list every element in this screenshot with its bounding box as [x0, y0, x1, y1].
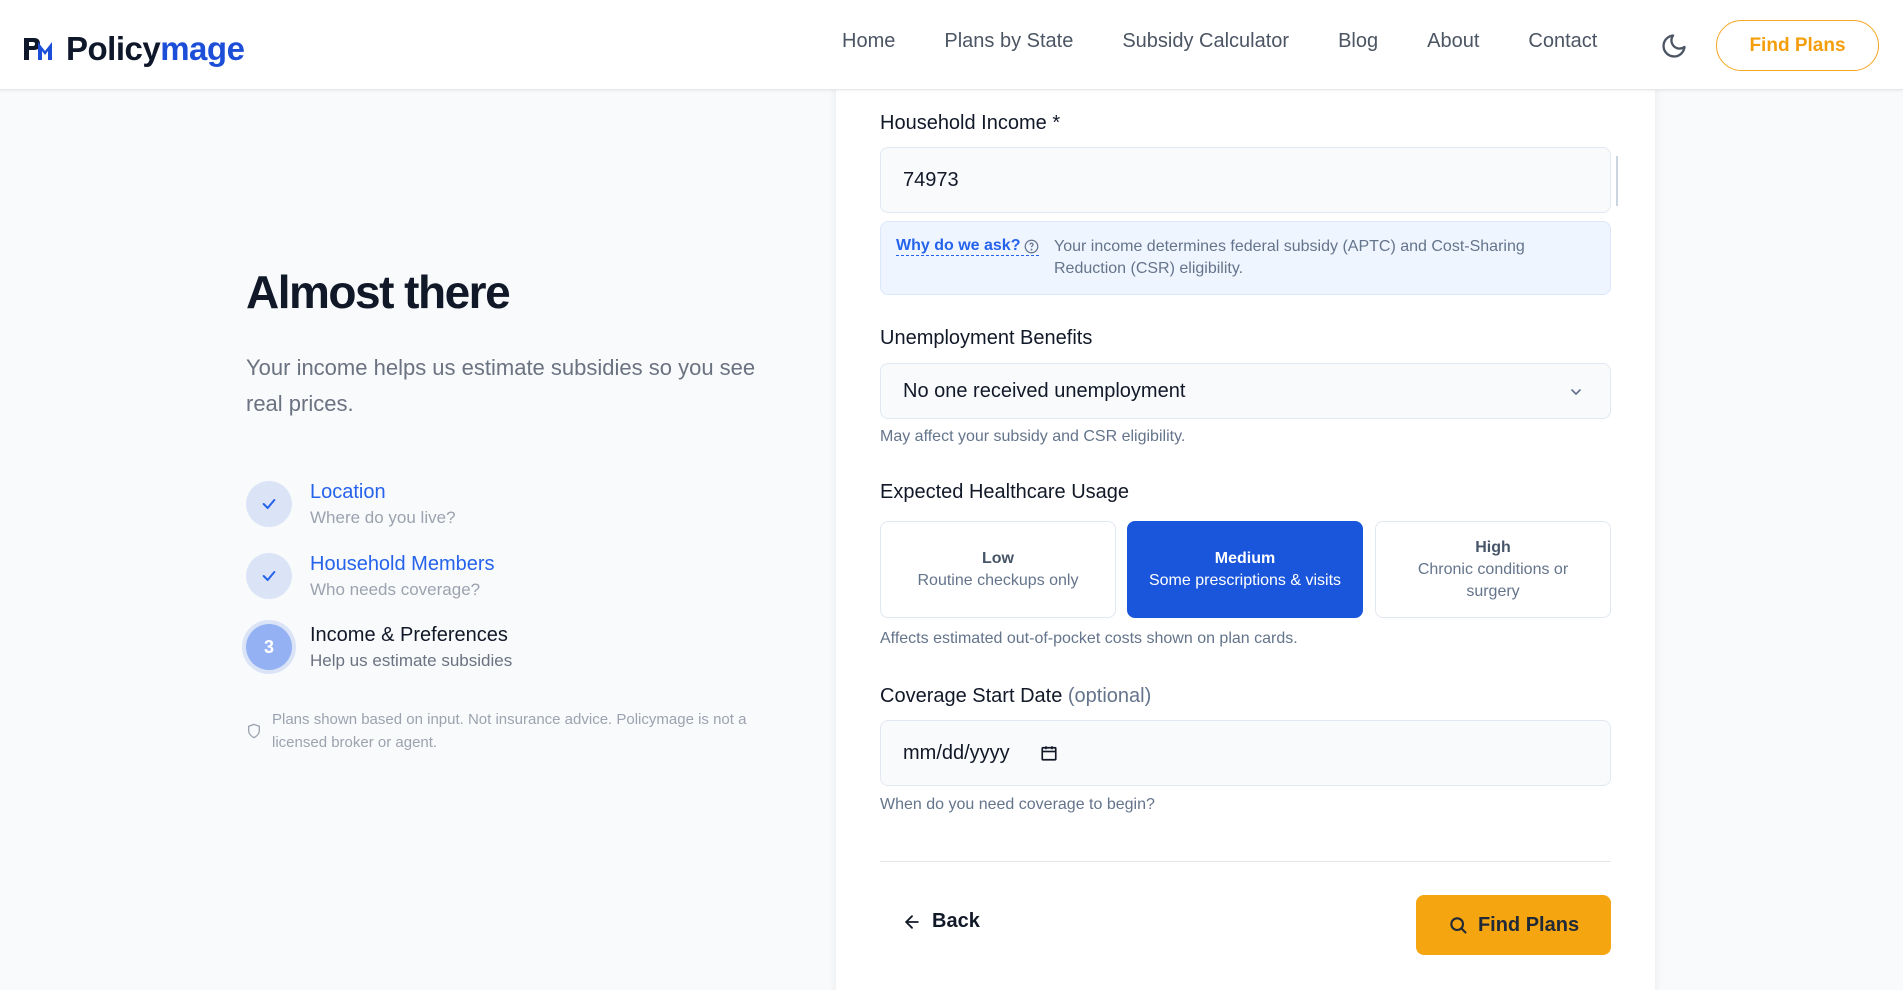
start-date-input[interactable]: mm/dd/yyyy	[880, 720, 1611, 786]
step-number-badge: 3	[246, 624, 292, 670]
step-title: Location	[310, 481, 386, 503]
page-title: Almost there	[246, 266, 511, 318]
nav-subsidy-calculator[interactable]: Subsidy Calculator	[1122, 30, 1289, 53]
start-date-label-text: Coverage Start Date	[880, 685, 1063, 707]
calendar-icon[interactable]	[1040, 744, 1058, 762]
usage-option-high[interactable]: High Chronic conditions or surgery	[1375, 521, 1611, 618]
usage-option-desc: Some prescriptions & visits	[1148, 571, 1342, 589]
moon-icon[interactable]	[1660, 32, 1688, 60]
usage-option-title: High	[1475, 538, 1511, 556]
unemployment-selected-value: No one received unemployment	[903, 379, 1186, 402]
shield-icon	[248, 723, 260, 739]
unemployment-select[interactable]: No one received unemployment	[880, 363, 1611, 419]
site-header: Policymage Home Plans by State Subsidy C…	[0, 0, 1903, 90]
step-title: Household Members	[310, 553, 495, 575]
search-icon	[1450, 917, 1467, 934]
start-date-hint: When do you need coverage to begin?	[880, 796, 1155, 813]
nav-about[interactable]: About	[1427, 30, 1479, 53]
start-date-label: Coverage Start Date (optional)	[880, 685, 1151, 708]
disclaimer: Plans shown based on input. Not insuranc…	[246, 708, 776, 754]
income-input[interactable]: 74973	[880, 147, 1611, 213]
chevron-down-icon	[1571, 389, 1581, 395]
page-subtitle: Your income helps us estimate subsidies …	[246, 355, 756, 416]
brand-logo[interactable]: Policymage	[22, 30, 245, 68]
step-household-members: Household Members Who needs coverage?	[246, 553, 495, 600]
why-link-text: Why do we ask?	[896, 237, 1021, 254]
usage-option-desc: Routine checkups only	[917, 571, 1079, 589]
nav-blog[interactable]: Blog	[1338, 30, 1378, 53]
usage-label: Expected Healthcare Usage	[880, 481, 1130, 503]
brand-name: Policymage	[66, 30, 245, 67]
income-help-box: Why do we ask? Your income determines fe…	[880, 221, 1611, 295]
divider	[880, 861, 1611, 862]
nav-plans-by-state[interactable]: Plans by State	[944, 30, 1073, 53]
step-desc: Where do you live?	[310, 508, 456, 527]
usage-hint: Affects estimated out-of-pocket costs sh…	[880, 630, 1298, 647]
usage-option-title: Medium	[1214, 549, 1276, 567]
usage-option-title: Low	[982, 549, 1014, 567]
step-income-preferences: 3 Income & Preferences Help us estimate …	[246, 624, 512, 671]
step-done-indicator	[246, 481, 292, 527]
scroll-indicator	[1616, 156, 1618, 206]
usage-option-desc: Chronic conditions or surgery	[1417, 560, 1569, 600]
header-find-plans-button[interactable]: Find Plans	[1716, 20, 1879, 71]
step-desc: Help us estimate subsidies	[310, 651, 513, 670]
income-label: Household Income *	[880, 112, 1061, 134]
back-label: Back	[932, 910, 980, 932]
main-nav: Home Plans by State Subsidy Calculator B…	[842, 30, 1646, 53]
step-done-indicator	[246, 553, 292, 599]
date-placeholder: mm/dd/yyyy	[903, 741, 1010, 764]
step-location: Location Where do you live?	[246, 481, 456, 528]
arrow-left-icon	[905, 914, 919, 929]
usage-option-medium[interactable]: Medium Some prescriptions & visits	[1127, 521, 1363, 618]
nav-home[interactable]: Home	[842, 30, 895, 53]
disclaimer-text: Plans shown based on input. Not insuranc…	[272, 711, 747, 751]
nav-contact[interactable]: Contact	[1528, 30, 1597, 53]
optional-tag: (optional)	[1067, 685, 1152, 707]
find-plans-button[interactable]: Find Plans	[1416, 895, 1611, 955]
back-button[interactable]: Back	[902, 910, 980, 933]
check-icon	[262, 499, 276, 509]
income-help-text: Your income determines federal subsidy (…	[1054, 238, 1525, 277]
why-do-we-ask-link[interactable]: Why do we ask?	[896, 237, 1040, 256]
step-desc: Who needs coverage?	[310, 580, 481, 599]
help-circle-icon	[1025, 239, 1039, 253]
step-title: Income & Preferences	[310, 624, 508, 646]
unemployment-label: Unemployment Benefits	[880, 327, 1093, 349]
usage-option-low[interactable]: Low Routine checkups only	[880, 521, 1116, 618]
unemployment-hint: May affect your subsidy and CSR eligibil…	[880, 428, 1186, 445]
logo-mark-icon	[24, 38, 52, 60]
find-plans-label: Find Plans	[1477, 913, 1580, 936]
check-icon	[262, 571, 276, 581]
